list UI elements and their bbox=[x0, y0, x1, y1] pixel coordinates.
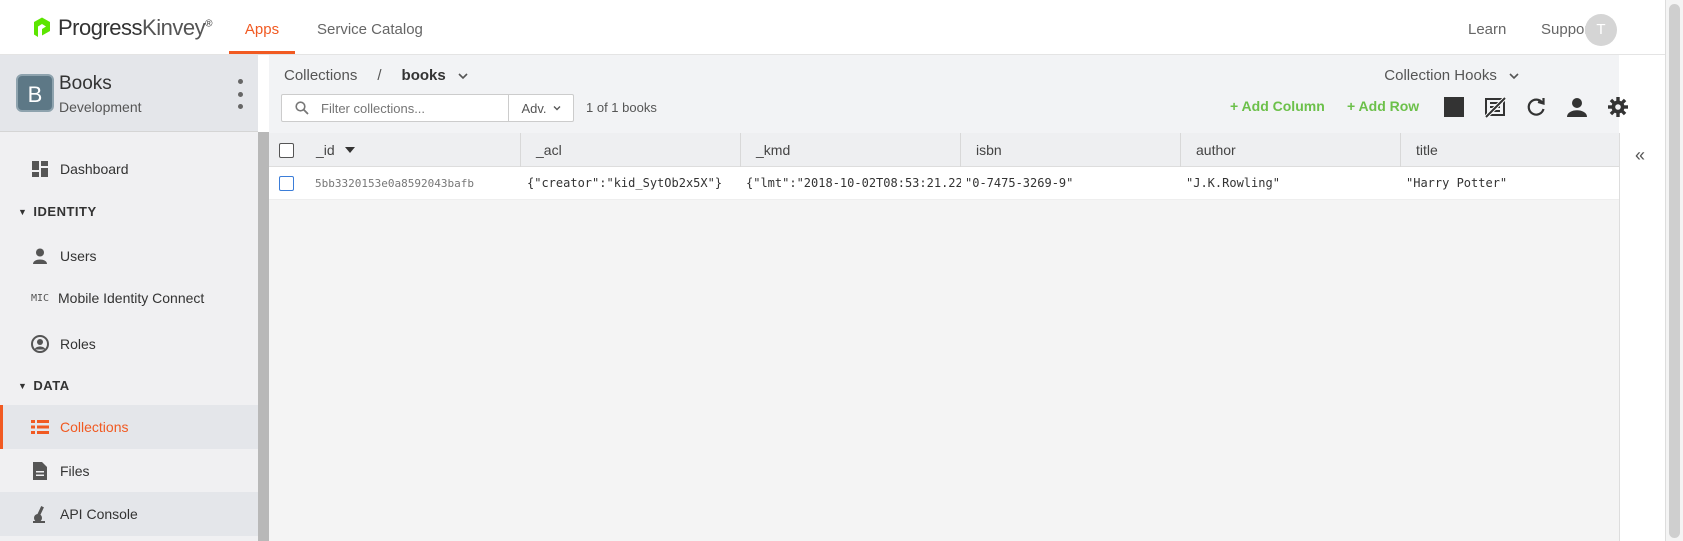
collapse-panel-icon[interactable]: « bbox=[1635, 145, 1645, 166]
progress-kinvey-logo[interactable]: ProgressKinvey® bbox=[30, 14, 212, 42]
sidebar-item-dashboard[interactable]: Dashboard bbox=[0, 147, 258, 191]
column-header-title[interactable]: title bbox=[1401, 133, 1619, 167]
filter-collections-input[interactable] bbox=[321, 100, 501, 116]
row-checkbox[interactable] bbox=[279, 176, 294, 191]
user-avatar[interactable]: T bbox=[1585, 14, 1617, 46]
column-header-isbn[interactable]: isbn bbox=[961, 133, 1181, 167]
tab-service-catalog[interactable]: Service Catalog bbox=[317, 0, 423, 54]
api-console-icon bbox=[30, 504, 50, 524]
cell-kmd[interactable]: {"lmt":"2018-10-02T08:53:21.22 bbox=[746, 167, 961, 200]
add-row-button[interactable]: + Add Row bbox=[1347, 98, 1419, 114]
progress-logo-icon bbox=[34, 17, 50, 37]
caret-down-icon: ▼ bbox=[18, 207, 28, 217]
cell-isbn[interactable]: "0-7475-3269-9" bbox=[965, 167, 1179, 200]
chevron-down-icon[interactable] bbox=[458, 72, 468, 80]
gear-icon[interactable] bbox=[1606, 95, 1630, 119]
section-identity[interactable]: ▼ IDENTITY bbox=[18, 204, 97, 219]
record-count: 1 of 1 books bbox=[586, 100, 657, 115]
app-name: Books bbox=[59, 73, 112, 94]
user-permissions-icon[interactable] bbox=[1565, 95, 1589, 119]
app-header: B Books Development bbox=[0, 55, 258, 132]
sidebar-resize-handle[interactable] bbox=[258, 132, 269, 541]
sidebar-item-label: API Console bbox=[60, 506, 138, 522]
app-menu-icon[interactable] bbox=[236, 79, 244, 109]
filter-field bbox=[282, 95, 509, 121]
cell-title[interactable]: "Harry Potter" bbox=[1406, 167, 1618, 200]
sidebar-item-label: Roles bbox=[60, 336, 96, 352]
column-header-kmd[interactable]: _kmd bbox=[741, 133, 961, 167]
sidebar-item-users[interactable]: Users bbox=[0, 234, 258, 278]
logo-text: ProgressKinvey® bbox=[58, 15, 212, 40]
filter-box: Adv. bbox=[281, 94, 574, 122]
table-row[interactable]: 5bb3320153e0a8592043bafb {"creator":"kid… bbox=[269, 167, 1619, 200]
sidebar-item-label: Users bbox=[60, 248, 97, 264]
app-badge: B bbox=[16, 74, 54, 112]
collection-hooks-dropdown[interactable]: Collection Hooks bbox=[1384, 67, 1519, 84]
stop-square-icon[interactable] bbox=[1442, 95, 1466, 119]
chevron-down-icon bbox=[553, 106, 561, 111]
app-environment: Development bbox=[59, 99, 142, 115]
sidebar-item-mic[interactable]: MIC Mobile Identity Connect bbox=[0, 276, 258, 320]
column-header-acl[interactable]: _acl bbox=[521, 133, 741, 167]
select-all-checkbox[interactable] bbox=[279, 143, 294, 158]
sidebar: B Books Development Dashboard ▼ IDENTITY … bbox=[0, 55, 258, 541]
column-header-id[interactable]: _id bbox=[301, 133, 521, 167]
sidebar-item-label: Mobile Identity Connect bbox=[58, 290, 205, 306]
list-icon bbox=[30, 417, 50, 437]
chevron-down-icon bbox=[1509, 73, 1519, 80]
sidebar-item-label: Dashboard bbox=[60, 161, 129, 177]
sidebar-item-collections[interactable]: Collections bbox=[0, 405, 258, 449]
top-navbar: ProgressKinvey® Apps Service Catalog Lea… bbox=[0, 0, 1665, 55]
sort-desc-icon[interactable] bbox=[344, 147, 355, 153]
refresh-icon[interactable] bbox=[1524, 95, 1548, 119]
tab-apps[interactable]: Apps bbox=[229, 0, 295, 54]
hide-columns-icon[interactable] bbox=[1483, 95, 1507, 119]
dashboard-icon bbox=[30, 159, 50, 179]
mic-icon: MIC bbox=[30, 292, 50, 304]
user-icon bbox=[30, 246, 50, 266]
collection-header: Collections/books Collection Hooks Adv. … bbox=[269, 55, 1628, 133]
column-header-author[interactable]: author bbox=[1181, 133, 1401, 167]
page-scrollbar[interactable] bbox=[1665, 0, 1683, 541]
advanced-filter-dropdown[interactable]: Adv. bbox=[509, 95, 573, 121]
file-icon bbox=[30, 461, 50, 481]
side-panel: « bbox=[1619, 133, 1665, 541]
sidebar-item-api-console[interactable]: API Console bbox=[0, 492, 258, 536]
learn-link[interactable]: Learn bbox=[1468, 0, 1506, 60]
cell-acl[interactable]: {"creator":"kid_SytOb2x5X"} bbox=[527, 167, 739, 200]
breadcrumb-current-books[interactable]: books bbox=[402, 67, 446, 84]
sidebar-item-roles[interactable]: Roles bbox=[0, 322, 258, 366]
search-icon bbox=[295, 101, 309, 115]
sidebar-item-label: Files bbox=[60, 463, 90, 479]
sidebar-item-files[interactable]: Files bbox=[0, 449, 258, 493]
sidebar-item-label: Collections bbox=[60, 419, 129, 435]
breadcrumb-collections[interactable]: Collections bbox=[284, 67, 357, 84]
breadcrumb: Collections / books bbox=[284, 67, 468, 84]
roles-icon bbox=[30, 334, 50, 354]
section-data[interactable]: ▼ DATA bbox=[18, 378, 70, 393]
add-column-button[interactable]: + Add Column bbox=[1230, 98, 1325, 114]
grid-header: _id _acl _kmd isbn author title bbox=[269, 133, 1619, 167]
cell-id[interactable]: 5bb3320153e0a8592043bafb bbox=[315, 167, 515, 200]
data-grid: _id _acl _kmd isbn author title 5bb33201… bbox=[269, 133, 1619, 541]
caret-down-icon: ▼ bbox=[18, 381, 28, 391]
cell-author[interactable]: "J.K.Rowling" bbox=[1186, 167, 1400, 200]
